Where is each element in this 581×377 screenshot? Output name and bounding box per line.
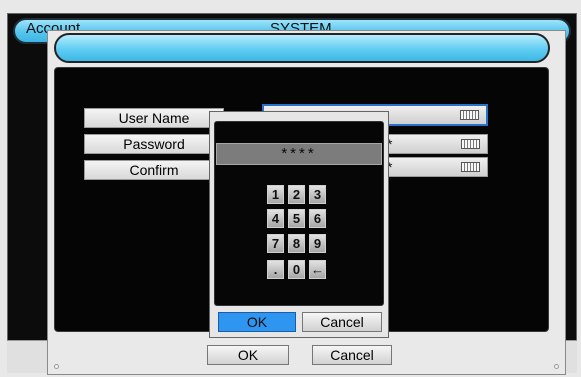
password-label: Password	[84, 134, 224, 154]
key-4[interactable]: 4	[267, 209, 284, 228]
keyboard-icon[interactable]	[461, 139, 480, 149]
key-1[interactable]: 1	[267, 185, 284, 204]
backspace-key[interactable]: ←	[309, 260, 326, 279]
key-6[interactable]: 6	[309, 209, 326, 228]
key-9[interactable]: 9	[309, 234, 326, 253]
keypad-ok-button[interactable]: OK	[218, 312, 296, 332]
corner-dot	[554, 364, 559, 369]
dialog-title-bar	[54, 33, 550, 63]
keypad-cancel-button[interactable]: Cancel	[302, 312, 382, 332]
user-name-label: User Name	[84, 108, 224, 128]
key-3[interactable]: 3	[309, 185, 326, 204]
key-dot[interactable]: .	[267, 260, 284, 279]
keypad-display: ****	[216, 143, 382, 165]
corner-dot	[54, 364, 59, 369]
dialog-cancel-button[interactable]: Cancel	[312, 345, 392, 365]
keyboard-icon[interactable]	[460, 110, 479, 120]
key-2[interactable]: 2	[288, 185, 305, 204]
key-0[interactable]: 0	[288, 260, 305, 279]
key-5[interactable]: 5	[288, 209, 305, 228]
confirm-label: Confirm	[84, 160, 224, 180]
key-7[interactable]: 7	[267, 234, 284, 253]
dialog-ok-button[interactable]: OK	[207, 345, 289, 365]
key-8[interactable]: 8	[288, 234, 305, 253]
keyboard-icon[interactable]	[461, 162, 480, 172]
